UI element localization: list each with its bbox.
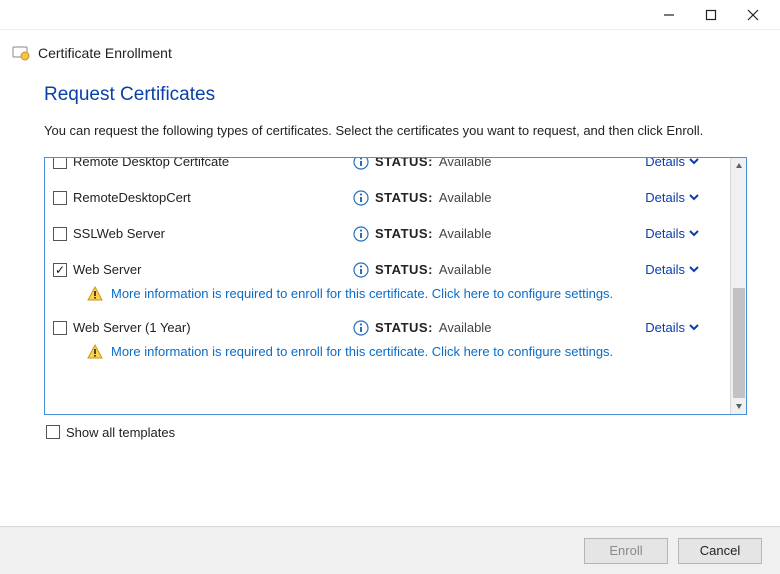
status-label: STATUS: [375,226,433,241]
certificate-row: Web Server (1 Year) STATUS: Available Detai… [53,310,726,346]
chevron-down-icon [689,262,699,277]
certificate-row: SSLWeb Server STATUS: Available Details [53,216,726,252]
info-icon [353,320,369,336]
show-all-templates-label: Show all templates [66,425,175,440]
info-icon [353,226,369,242]
window-title: Certificate Enrollment [38,45,172,61]
status-label: STATUS: [375,158,433,170]
details-toggle[interactable]: Details [645,320,685,335]
certificate-name: Web Server [73,262,141,277]
status-value: Available [439,320,492,335]
chevron-down-icon [689,190,699,205]
show-all-templates-checkbox[interactable] [46,425,60,439]
info-icon [353,158,369,170]
certificate-list: Remote Desktop Certifcate STATUS: Availabl… [44,157,747,415]
details-toggle[interactable]: Details [645,158,685,170]
enroll-button[interactable]: Enroll [584,538,668,564]
status-value: Available [439,262,492,277]
status-label: STATUS: [375,262,433,277]
details-toggle[interactable]: Details [645,190,685,205]
info-icon [353,190,369,206]
info-icon [353,262,369,278]
certificate-checkbox[interactable] [53,321,67,335]
status-value: Available [439,158,492,170]
status-value: Available [439,226,492,241]
maximize-button[interactable] [690,1,732,29]
chevron-down-icon [689,158,699,170]
certificate-checkbox[interactable] [53,158,67,169]
window-header: Certificate Enrollment [12,44,780,62]
titlebar [0,0,780,30]
certificate-name: RemoteDesktopCert [73,190,191,205]
configure-settings-link[interactable]: More information is required to enroll f… [111,344,613,359]
warning-icon [87,344,103,360]
chevron-down-icon [689,320,699,335]
certificate-icon [12,44,30,62]
status-label: STATUS: [375,190,433,205]
scroll-up-arrow[interactable] [731,158,746,174]
configure-settings-link[interactable]: More information is required to enroll f… [111,286,613,301]
scrollbar[interactable] [730,158,746,414]
certificate-name: SSLWeb Server [73,226,165,241]
status-label: STATUS: [375,320,433,335]
details-toggle[interactable]: Details [645,262,685,277]
close-button[interactable] [732,1,774,29]
certificate-row: RemoteDesktopCert STATUS: Available Details [53,180,726,216]
enrollment-warning: More information is required to enroll f… [87,286,726,302]
certificate-checkbox[interactable] [53,227,67,241]
minimize-button[interactable] [648,1,690,29]
status-value: Available [439,190,492,205]
enrollment-warning: More information is required to enroll f… [87,344,726,360]
dialog-footer: Enroll Cancel [0,526,780,574]
certificate-name: Web Server (1 Year) [73,320,191,335]
certificate-name: Remote Desktop Certifcate [73,158,229,170]
scroll-thumb[interactable] [733,288,745,398]
scroll-down-arrow[interactable] [731,398,746,414]
cancel-button[interactable]: Cancel [678,538,762,564]
page-intro: You can request the following types of c… [44,122,736,141]
certificate-row: Web Server STATUS: Available Details [53,252,726,288]
certificate-checkbox[interactable] [53,191,67,205]
certificate-checkbox[interactable] [53,263,67,277]
certificate-row: Remote Desktop Certifcate STATUS: Availabl… [53,158,726,180]
details-toggle[interactable]: Details [645,226,685,241]
warning-icon [87,286,103,302]
chevron-down-icon [689,226,699,241]
page-heading: Request Certificates [44,84,736,106]
